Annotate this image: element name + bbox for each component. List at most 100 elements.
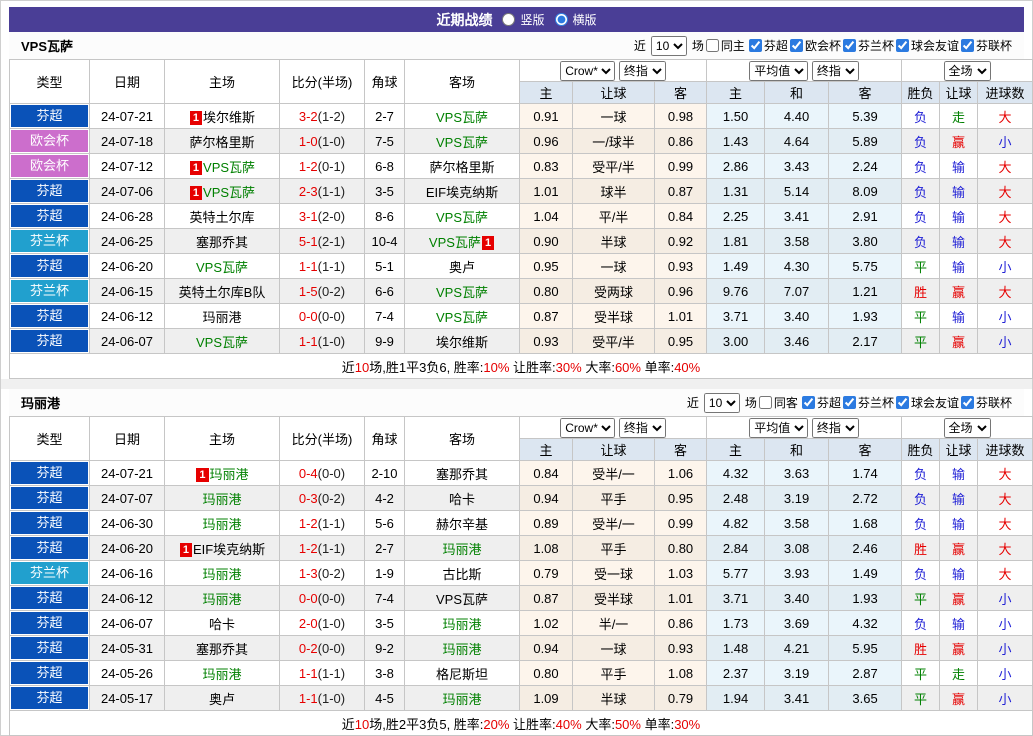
- league-checkbox-球会友谊[interactable]: 球会友谊: [895, 394, 959, 411]
- team-link[interactable]: VPS瓦萨: [436, 110, 488, 125]
- halftime-score: (0-1): [317, 158, 346, 174]
- same-home-checkbox-input[interactable]: [705, 39, 719, 52]
- same-away-checkbox-input[interactable]: [758, 396, 772, 409]
- team-link[interactable]: 塞那乔其: [436, 467, 488, 482]
- result-handicap: 输: [939, 510, 979, 536]
- team-link[interactable]: 玛丽港: [202, 310, 241, 325]
- team-link[interactable]: VPS瓦萨: [436, 592, 488, 607]
- league-checkbox-芬超[interactable]: 芬超: [801, 394, 841, 411]
- avg-away: 5.39: [828, 103, 903, 129]
- layout-radio-horizontal-input[interactable]: [554, 13, 568, 26]
- match-count-select[interactable]: 10: [650, 35, 687, 56]
- league-checkbox-芬兰杯[interactable]: 芬兰杯: [842, 37, 894, 54]
- league-checkbox-input[interactable]: [960, 396, 974, 409]
- team-link[interactable]: 英特土尔库B队: [179, 285, 266, 300]
- fulltime-select[interactable]: 全场: [943, 417, 991, 438]
- team-link[interactable]: VPS瓦萨: [196, 335, 248, 350]
- league-checkbox-球会友谊[interactable]: 球会友谊: [895, 37, 959, 54]
- league-checkbox-input[interactable]: [842, 396, 856, 409]
- final-odds-select[interactable]: 终指: [618, 417, 666, 438]
- summary-stat-label: 近: [341, 359, 355, 375]
- odds-source-select[interactable]: Crow*: [560, 417, 616, 438]
- match-score: 1-3(0-2): [279, 560, 365, 586]
- avg-draw: 7.07: [764, 278, 830, 304]
- col-score: 比分(半场): [279, 416, 365, 461]
- col-avg-home: 主: [706, 81, 766, 104]
- league-checkbox-芬兰杯[interactable]: 芬兰杯: [842, 394, 894, 411]
- result-outcome: 平: [901, 685, 941, 711]
- match-count-select[interactable]: 10: [703, 392, 740, 413]
- team-link[interactable]: 赫尔辛基: [436, 517, 488, 532]
- team-link[interactable]: 玛丽港: [442, 542, 481, 557]
- league-checkbox-input[interactable]: [842, 39, 856, 52]
- team-link[interactable]: 玛丽港: [210, 467, 249, 482]
- league-checkbox-芬联杯[interactable]: 芬联杯: [960, 394, 1012, 411]
- team-link[interactable]: VPS瓦萨: [436, 135, 488, 150]
- league-checkbox-input[interactable]: [960, 39, 974, 52]
- team-link[interactable]: VPS瓦萨: [436, 285, 488, 300]
- league-checkbox-欧会杯[interactable]: 欧会杯: [789, 37, 841, 54]
- final-odds-select-2[interactable]: 终指: [811, 417, 859, 438]
- match-row: 芬超 24-06-20 1 EIF埃克纳斯 1-2(1-1) 2-7 玛丽港 1.08 平手 0.…: [9, 535, 1033, 561]
- league-checkbox-芬超[interactable]: 芬超: [748, 37, 788, 54]
- team-link[interactable]: VPS瓦萨: [196, 260, 248, 275]
- team-link[interactable]: 玛丽港: [202, 492, 241, 507]
- odds-source-select[interactable]: Crow*: [560, 60, 616, 81]
- team-link[interactable]: VPS瓦萨: [429, 235, 481, 250]
- team-link[interactable]: 哈卡: [209, 617, 235, 632]
- fulltime-select[interactable]: 全场: [943, 60, 991, 81]
- team-link[interactable]: 埃尔维斯: [436, 335, 488, 350]
- team-link[interactable]: 玛丽港: [202, 667, 241, 682]
- result-handicap: 赢: [939, 128, 979, 154]
- layout-radio-vertical[interactable]: 竖版: [502, 11, 545, 28]
- match-row: 芬超 24-06-20 VPS瓦萨 1-1(1-1) 5-1 奥卢 0.95 一球 0.93 1.…: [9, 253, 1033, 279]
- team-link[interactable]: 古比斯: [442, 567, 481, 582]
- team-link[interactable]: VPS瓦萨: [436, 210, 488, 225]
- final-odds-select-2[interactable]: 终指: [811, 60, 859, 81]
- team-link[interactable]: 萨尔格里斯: [189, 135, 254, 150]
- avg-home: 5.77: [706, 560, 766, 586]
- match-date: 24-06-30: [89, 510, 165, 536]
- league-checkbox-input[interactable]: [895, 39, 909, 52]
- away-team: 玛丽港: [404, 685, 520, 711]
- team-link[interactable]: VPS瓦萨: [203, 185, 255, 200]
- halftime-score: (0-0): [317, 590, 346, 606]
- team-link[interactable]: EIF埃克纳斯: [426, 185, 498, 200]
- league-checkbox-芬联杯[interactable]: 芬联杯: [960, 37, 1012, 54]
- avg-draw: 5.14: [764, 178, 830, 204]
- team-link[interactable]: 塞那乔其: [196, 235, 248, 250]
- summary-stat-value: 10%: [483, 359, 510, 375]
- team-link[interactable]: 英特土尔库: [189, 210, 254, 225]
- average-select[interactable]: 平均值: [749, 417, 809, 438]
- same-away-checkbox[interactable]: 同客: [758, 394, 798, 411]
- layout-radio-horizontal[interactable]: 横版: [554, 11, 597, 28]
- team-link[interactable]: 玛丽港: [202, 567, 241, 582]
- home-team: 玛丽港: [164, 560, 280, 586]
- team-link[interactable]: VPS瓦萨: [203, 160, 255, 175]
- average-select[interactable]: 平均值: [749, 60, 809, 81]
- result-goals: 大: [977, 178, 1033, 204]
- team-link[interactable]: 哈卡: [449, 492, 475, 507]
- team-link[interactable]: 玛丽港: [202, 517, 241, 532]
- team-link[interactable]: 奥卢: [449, 260, 475, 275]
- team-link[interactable]: 塞那乔其: [196, 642, 248, 657]
- league-checkbox-input[interactable]: [748, 39, 762, 52]
- team-link[interactable]: 格尼斯坦: [436, 667, 488, 682]
- team-link[interactable]: VPS瓦萨: [436, 310, 488, 325]
- same-home-checkbox[interactable]: 同主: [705, 37, 745, 54]
- team-link[interactable]: 埃尔维斯: [203, 110, 255, 125]
- layout-radio-vertical-input[interactable]: [502, 13, 516, 26]
- team-link[interactable]: 玛丽港: [202, 592, 241, 607]
- fulltime-score: 2-0: [298, 615, 318, 631]
- team-link[interactable]: 奥卢: [209, 692, 235, 707]
- team-link[interactable]: 萨尔格里斯: [429, 160, 494, 175]
- final-odds-select[interactable]: 终指: [618, 60, 666, 81]
- team-link[interactable]: EIF埃克纳斯: [193, 542, 265, 557]
- league-checkbox-input[interactable]: [801, 396, 815, 409]
- team-link[interactable]: 玛丽港: [442, 617, 481, 632]
- league-checkbox-input[interactable]: [789, 39, 803, 52]
- match-date: 24-06-07: [89, 610, 165, 636]
- league-checkbox-input[interactable]: [895, 396, 909, 409]
- team-link[interactable]: 玛丽港: [442, 692, 481, 707]
- team-link[interactable]: 玛丽港: [442, 642, 481, 657]
